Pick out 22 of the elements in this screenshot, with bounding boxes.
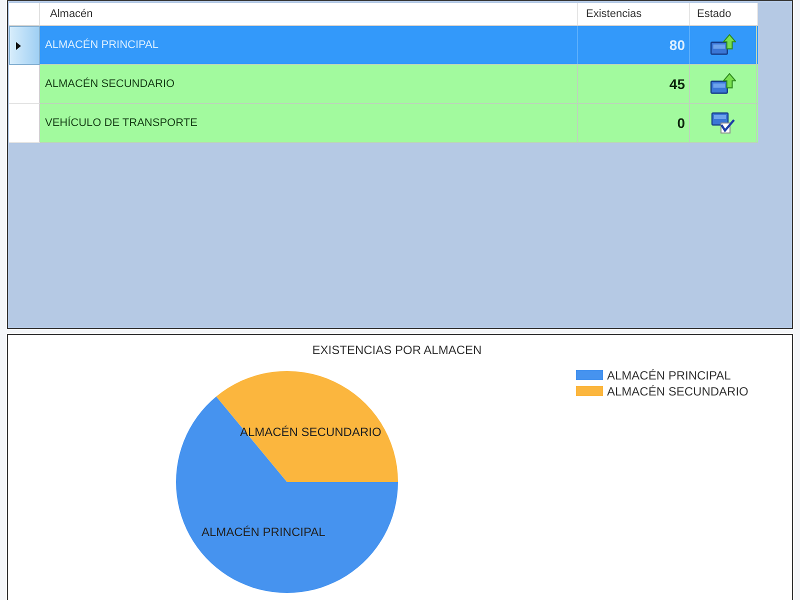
screen-up-arrow-icon xyxy=(710,34,736,56)
row-header[interactable] xyxy=(9,65,40,104)
table-cell: ALMACÉN SECUNDARIO xyxy=(45,78,175,90)
column-header[interactable]: Existencias xyxy=(578,3,690,25)
chart-title: EXISTENCIAS POR ALMACEN xyxy=(312,343,482,357)
legend-label: ALMACÉN SECUNDARIO xyxy=(607,384,748,398)
row-marker-icon xyxy=(16,42,21,50)
table-cell: 0 xyxy=(677,115,685,131)
table-cell: 45 xyxy=(669,76,685,92)
column-header[interactable]: Almacén xyxy=(40,3,578,25)
table-cell: 80 xyxy=(669,37,685,53)
row-header[interactable] xyxy=(9,26,40,65)
slice-label: ALMACÉN PRINCIPAL xyxy=(201,525,326,540)
column-header[interactable]: Estado xyxy=(690,3,758,25)
table-cell: ALMACÉN PRINCIPAL xyxy=(45,39,158,51)
screen-check-icon xyxy=(710,112,736,134)
row-header[interactable] xyxy=(9,104,40,143)
screen-up-arrow-icon xyxy=(710,73,736,95)
table-cell: VEHÍCULO DE TRANSPORTE xyxy=(45,117,198,129)
legend-label: ALMACÉN PRINCIPAL xyxy=(607,368,731,382)
table-row[interactable]: ALMACÉN SECUNDARIO 45 xyxy=(40,65,758,104)
table-row[interactable]: VEHÍCULO DE TRANSPORTE 0 xyxy=(40,104,758,143)
